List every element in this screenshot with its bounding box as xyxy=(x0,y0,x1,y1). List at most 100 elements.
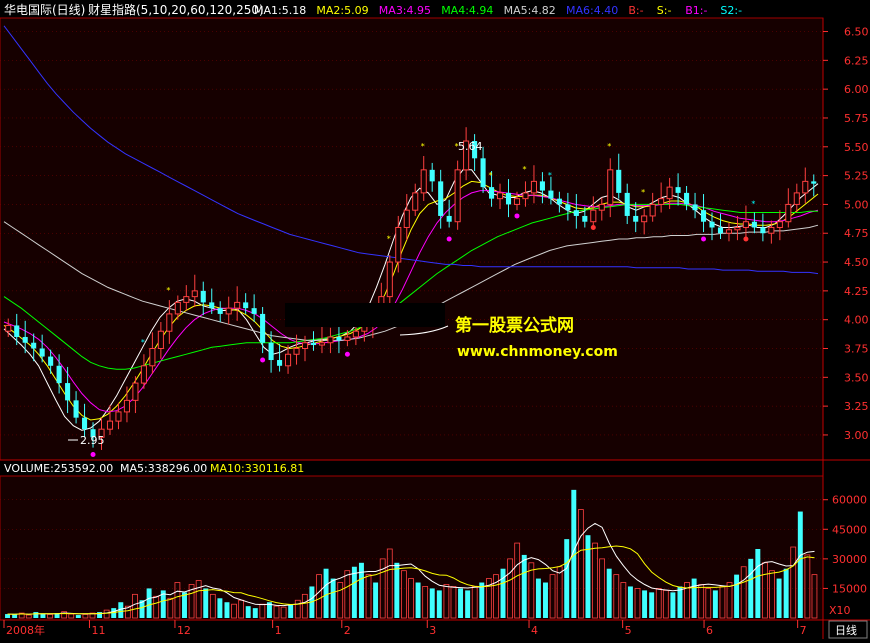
candle-down[interactable] xyxy=(556,198,562,205)
ma-legend-item[interactable]: MA5:4.82 xyxy=(504,4,556,17)
candle-down[interactable] xyxy=(489,187,495,199)
candle-down[interactable] xyxy=(438,181,444,216)
candle-down[interactable] xyxy=(65,383,71,401)
candle-up[interactable] xyxy=(183,296,190,303)
candle-up[interactable] xyxy=(5,324,12,332)
volume-bar[interactable] xyxy=(543,582,548,618)
volume-bar[interactable] xyxy=(748,558,754,618)
candle-down[interactable] xyxy=(39,348,45,357)
candle-up[interactable] xyxy=(454,169,461,223)
volume-bar[interactable] xyxy=(429,588,435,618)
candle-up[interactable] xyxy=(301,342,309,350)
candle-down[interactable] xyxy=(582,215,588,222)
candle-down[interactable] xyxy=(56,365,62,384)
candle-up[interactable] xyxy=(420,169,427,194)
volume-bar[interactable] xyxy=(224,602,230,618)
candle-down[interactable] xyxy=(633,215,639,222)
volume-bar[interactable] xyxy=(12,614,18,618)
candle-down[interactable] xyxy=(277,360,283,366)
candle-down[interactable] xyxy=(22,336,28,343)
candle-down[interactable] xyxy=(616,169,622,193)
candle-down[interactable] xyxy=(48,356,54,366)
indicator-name[interactable]: 财星指路(5,10,20,60,120,250) xyxy=(88,2,264,17)
volume-bar[interactable] xyxy=(415,582,421,618)
ma-legend-item[interactable]: MA2:5.09 xyxy=(316,4,368,17)
candle-up[interactable] xyxy=(412,192,419,211)
candle-down[interactable] xyxy=(505,192,512,205)
candle-down[interactable] xyxy=(700,210,707,222)
candle-down[interactable] xyxy=(692,204,698,211)
volume-bar[interactable] xyxy=(351,566,357,618)
candle-up[interactable] xyxy=(386,261,393,298)
candle-down[interactable] xyxy=(217,308,223,314)
candle-up[interactable] xyxy=(641,215,648,223)
candle-up[interactable] xyxy=(225,307,232,315)
candle-down[interactable] xyxy=(717,227,724,234)
candle-up[interactable] xyxy=(768,226,775,234)
volume-bar[interactable] xyxy=(479,582,485,618)
candle-down[interactable] xyxy=(573,210,579,216)
volume-bar[interactable] xyxy=(436,590,442,618)
ma-legend-item[interactable]: MA6:4.40 xyxy=(566,4,618,17)
ma-legend-item[interactable]: B:- xyxy=(628,4,643,17)
candle-up[interactable] xyxy=(607,169,614,205)
candle-down[interactable] xyxy=(310,342,317,346)
candle-up[interactable] xyxy=(649,203,656,217)
period-button-label[interactable]: 日线 xyxy=(835,623,857,637)
candle-up[interactable] xyxy=(785,203,792,223)
ma-legend-item[interactable]: MA1:5.18 xyxy=(254,4,306,17)
candle-up[interactable] xyxy=(106,420,114,430)
volume-bar[interactable] xyxy=(203,588,209,618)
candle-up[interactable] xyxy=(157,330,164,350)
price-panel[interactable] xyxy=(0,17,824,461)
volume-bar[interactable] xyxy=(712,590,718,618)
candle-down[interactable] xyxy=(751,221,757,228)
volume-bar[interactable] xyxy=(33,612,39,618)
volume-bar[interactable] xyxy=(75,615,81,618)
candle-down[interactable] xyxy=(73,400,79,418)
volume-bar[interactable] xyxy=(627,586,633,618)
volume-bar[interactable] xyxy=(535,578,541,618)
candle-up[interactable] xyxy=(725,229,733,234)
volume-bar[interactable] xyxy=(677,586,683,618)
volume-bar[interactable] xyxy=(776,578,782,618)
volume-bar[interactable] xyxy=(755,549,761,618)
volume-bar[interactable] xyxy=(323,568,329,618)
ma-legend-item[interactable]: B1:- xyxy=(685,4,707,17)
volume-bar[interactable] xyxy=(500,568,506,618)
candle-down[interactable] xyxy=(709,221,715,228)
candle-down[interactable] xyxy=(539,181,545,191)
candle-up[interactable] xyxy=(132,382,139,401)
volume-bar[interactable] xyxy=(642,590,648,618)
stock-title[interactable]: 华电国际(日线) xyxy=(4,3,85,17)
candle-down[interactable] xyxy=(565,204,571,211)
candle-down[interactable] xyxy=(82,417,88,430)
candle-up[interactable] xyxy=(285,353,292,367)
candle-up[interactable] xyxy=(166,313,173,332)
volume-bar[interactable] xyxy=(146,588,152,618)
candle-up[interactable] xyxy=(318,342,326,346)
volume-bar[interactable] xyxy=(288,604,294,618)
ma-legend-item[interactable]: MA3:4.95 xyxy=(379,4,431,17)
candle-down[interactable] xyxy=(480,158,486,188)
candle-down[interactable] xyxy=(675,187,681,193)
candle-down[interactable] xyxy=(624,192,630,216)
candle-up[interactable] xyxy=(403,209,410,228)
candle-up[interactable] xyxy=(149,348,156,367)
candle-up[interactable] xyxy=(352,330,359,338)
volume-bar[interactable] xyxy=(252,608,258,618)
volume-bar[interactable] xyxy=(465,590,471,618)
volume-bar[interactable] xyxy=(330,578,336,618)
volume-bar[interactable] xyxy=(691,578,697,618)
candle-down[interactable] xyxy=(209,302,215,309)
candle-down[interactable] xyxy=(200,290,206,303)
volume-bar[interactable] xyxy=(394,562,400,618)
candle-up[interactable] xyxy=(522,192,529,200)
volume-panel[interactable] xyxy=(0,475,824,621)
volume-bar[interactable] xyxy=(734,574,740,618)
candle-up[interactable] xyxy=(344,336,351,341)
candle-down[interactable] xyxy=(268,342,274,361)
candle-up[interactable] xyxy=(734,226,741,231)
candle-up[interactable] xyxy=(742,221,749,228)
volume-bar[interactable] xyxy=(585,535,591,618)
